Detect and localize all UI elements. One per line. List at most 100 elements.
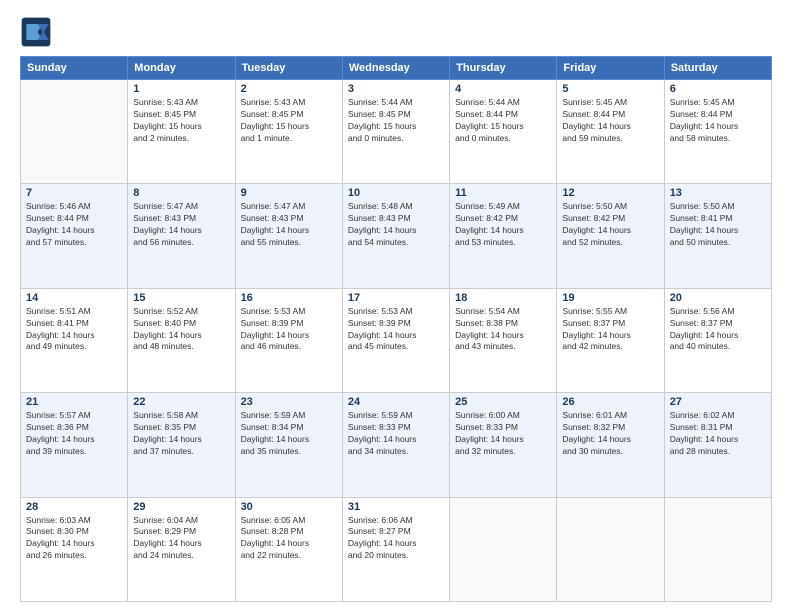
day-info: Sunrise: 5:58 AM Sunset: 8:35 PM Dayligh… xyxy=(133,410,229,458)
day-info: Sunrise: 5:47 AM Sunset: 8:43 PM Dayligh… xyxy=(133,201,229,249)
day-info: Sunrise: 5:53 AM Sunset: 8:39 PM Dayligh… xyxy=(241,306,337,354)
day-number: 31 xyxy=(348,501,444,513)
day-info: Sunrise: 5:57 AM Sunset: 8:36 PM Dayligh… xyxy=(26,410,122,458)
calendar-day-cell: 12Sunrise: 5:50 AM Sunset: 8:42 PM Dayli… xyxy=(557,184,664,288)
calendar-day-cell xyxy=(21,80,128,184)
day-number: 27 xyxy=(670,396,766,408)
calendar-day-cell xyxy=(450,497,557,601)
calendar-day-cell: 2Sunrise: 5:43 AM Sunset: 8:45 PM Daylig… xyxy=(235,80,342,184)
day-number: 3 xyxy=(348,83,444,95)
calendar-header-cell: Wednesday xyxy=(342,57,449,80)
day-number: 18 xyxy=(455,292,551,304)
calendar-day-cell: 7 Sunrise: 5:46 AM Sunset: 8:44 PM Daylig… xyxy=(21,184,128,288)
calendar-day-cell: 27 Sunrise: 6:02 AM Sunset: 8:31 PM Dayli… xyxy=(664,393,771,497)
day-info: Sunrise: 6:02 AM Sunset: 8:31 PM Dayligh… xyxy=(670,410,766,458)
calendar-header-row: SundayMondayTuesdayWednesdayThursdayFrid… xyxy=(21,57,772,80)
day-info: Sunrise: 5:45 AM Sunset: 8:44 PM Dayligh… xyxy=(670,97,766,145)
calendar-day-cell: 13 Sunrise: 5:50 AM Sunset: 8:41 PM Dayli… xyxy=(664,184,771,288)
calendar-header-cell: Saturday xyxy=(664,57,771,80)
calendar-day-cell: 21 Sunrise: 5:57 AM Sunset: 8:36 PM Dayli… xyxy=(21,393,128,497)
day-number: 28 xyxy=(26,501,122,513)
calendar-day-cell: 8 Sunrise: 5:47 AM Sunset: 8:43 PM Daylig… xyxy=(128,184,235,288)
calendar-week-row: 21 Sunrise: 5:57 AM Sunset: 8:36 PM Dayli… xyxy=(21,393,772,497)
day-info: Sunrise: 5:59 AM Sunset: 8:33 PM Dayligh… xyxy=(348,410,444,458)
day-number: 2 xyxy=(241,83,337,95)
calendar-header-cell: Sunday xyxy=(21,57,128,80)
day-number: 12 xyxy=(562,187,658,199)
calendar-header-cell: Monday xyxy=(128,57,235,80)
calendar-day-cell: 26Sunrise: 6:01 AM Sunset: 8:32 PM Dayli… xyxy=(557,393,664,497)
day-info: Sunrise: 5:43 AM Sunset: 8:45 PM Dayligh… xyxy=(133,97,229,145)
day-number: 6 xyxy=(670,83,766,95)
calendar-week-row: 7 Sunrise: 5:46 AM Sunset: 8:44 PM Daylig… xyxy=(21,184,772,288)
day-info: Sunrise: 5:48 AM Sunset: 8:43 PM Dayligh… xyxy=(348,201,444,249)
calendar-day-cell: 5Sunrise: 5:45 AM Sunset: 8:44 PM Daylig… xyxy=(557,80,664,184)
day-number: 14 xyxy=(26,292,122,304)
day-info: Sunrise: 6:00 AM Sunset: 8:33 PM Dayligh… xyxy=(455,410,551,458)
day-number: 25 xyxy=(455,396,551,408)
header xyxy=(20,16,772,48)
calendar-header-cell: Tuesday xyxy=(235,57,342,80)
calendar-day-cell: 28Sunrise: 6:03 AM Sunset: 8:30 PM Dayli… xyxy=(21,497,128,601)
day-number: 11 xyxy=(455,187,551,199)
calendar-day-cell: 15Sunrise: 5:52 AM Sunset: 8:40 PM Dayli… xyxy=(128,288,235,392)
calendar-day-cell: 30Sunrise: 6:05 AM Sunset: 8:28 PM Dayli… xyxy=(235,497,342,601)
day-info: Sunrise: 6:06 AM Sunset: 8:27 PM Dayligh… xyxy=(348,515,444,563)
day-number: 26 xyxy=(562,396,658,408)
day-info: Sunrise: 5:44 AM Sunset: 8:45 PM Dayligh… xyxy=(348,97,444,145)
day-info: Sunrise: 5:49 AM Sunset: 8:42 PM Dayligh… xyxy=(455,201,551,249)
calendar-table: SundayMondayTuesdayWednesdayThursdayFrid… xyxy=(20,56,772,602)
day-number: 29 xyxy=(133,501,229,513)
day-number: 23 xyxy=(241,396,337,408)
day-number: 9 xyxy=(241,187,337,199)
logo-icon xyxy=(20,16,52,48)
day-number: 5 xyxy=(562,83,658,95)
calendar-day-cell: 20 Sunrise: 5:56 AM Sunset: 8:37 PM Dayli… xyxy=(664,288,771,392)
calendar-day-cell: 4 Sunrise: 5:44 AM Sunset: 8:44 PM Daylig… xyxy=(450,80,557,184)
calendar-day-cell: 6 Sunrise: 5:45 AM Sunset: 8:44 PM Daylig… xyxy=(664,80,771,184)
day-number: 24 xyxy=(348,396,444,408)
day-info: Sunrise: 5:52 AM Sunset: 8:40 PM Dayligh… xyxy=(133,306,229,354)
calendar-header-cell: Friday xyxy=(557,57,664,80)
calendar-header-cell: Thursday xyxy=(450,57,557,80)
day-info: Sunrise: 5:46 AM Sunset: 8:44 PM Dayligh… xyxy=(26,201,122,249)
day-info: Sunrise: 5:56 AM Sunset: 8:37 PM Dayligh… xyxy=(670,306,766,354)
day-info: Sunrise: 6:05 AM Sunset: 8:28 PM Dayligh… xyxy=(241,515,337,563)
calendar-day-cell: 18 Sunrise: 5:54 AM Sunset: 8:38 PM Dayli… xyxy=(450,288,557,392)
day-number: 22 xyxy=(133,396,229,408)
day-number: 7 xyxy=(26,187,122,199)
calendar-day-cell: 14 Sunrise: 5:51 AM Sunset: 8:41 PM Dayli… xyxy=(21,288,128,392)
calendar-body: 1Sunrise: 5:43 AM Sunset: 8:45 PM Daylig… xyxy=(21,80,772,602)
day-number: 19 xyxy=(562,292,658,304)
day-info: Sunrise: 5:51 AM Sunset: 8:41 PM Dayligh… xyxy=(26,306,122,354)
page: SundayMondayTuesdayWednesdayThursdayFrid… xyxy=(0,0,792,612)
day-number: 21 xyxy=(26,396,122,408)
calendar-week-row: 14 Sunrise: 5:51 AM Sunset: 8:41 PM Dayli… xyxy=(21,288,772,392)
calendar-day-cell: 11 Sunrise: 5:49 AM Sunset: 8:42 PM Dayli… xyxy=(450,184,557,288)
day-info: Sunrise: 5:53 AM Sunset: 8:39 PM Dayligh… xyxy=(348,306,444,354)
day-info: Sunrise: 5:59 AM Sunset: 8:34 PM Dayligh… xyxy=(241,410,337,458)
calendar-day-cell: 23 Sunrise: 5:59 AM Sunset: 8:34 PM Dayli… xyxy=(235,393,342,497)
logo xyxy=(20,16,56,48)
day-number: 17 xyxy=(348,292,444,304)
day-number: 10 xyxy=(348,187,444,199)
day-info: Sunrise: 5:50 AM Sunset: 8:41 PM Dayligh… xyxy=(670,201,766,249)
calendar-day-cell xyxy=(557,497,664,601)
day-info: Sunrise: 5:54 AM Sunset: 8:38 PM Dayligh… xyxy=(455,306,551,354)
calendar-day-cell: 22 Sunrise: 5:58 AM Sunset: 8:35 PM Dayli… xyxy=(128,393,235,497)
day-number: 20 xyxy=(670,292,766,304)
calendar-day-cell: 1Sunrise: 5:43 AM Sunset: 8:45 PM Daylig… xyxy=(128,80,235,184)
day-info: Sunrise: 6:04 AM Sunset: 8:29 PM Dayligh… xyxy=(133,515,229,563)
day-number: 13 xyxy=(670,187,766,199)
calendar-week-row: 28Sunrise: 6:03 AM Sunset: 8:30 PM Dayli… xyxy=(21,497,772,601)
calendar-day-cell: 24 Sunrise: 5:59 AM Sunset: 8:33 PM Dayli… xyxy=(342,393,449,497)
calendar-day-cell: 9Sunrise: 5:47 AM Sunset: 8:43 PM Daylig… xyxy=(235,184,342,288)
day-info: Sunrise: 5:44 AM Sunset: 8:44 PM Dayligh… xyxy=(455,97,551,145)
calendar-day-cell: 17 Sunrise: 5:53 AM Sunset: 8:39 PM Dayli… xyxy=(342,288,449,392)
calendar-day-cell: 29 Sunrise: 6:04 AM Sunset: 8:29 PM Dayli… xyxy=(128,497,235,601)
calendar-day-cell: 10 Sunrise: 5:48 AM Sunset: 8:43 PM Dayli… xyxy=(342,184,449,288)
day-number: 4 xyxy=(455,83,551,95)
calendar-day-cell: 19Sunrise: 5:55 AM Sunset: 8:37 PM Dayli… xyxy=(557,288,664,392)
calendar-day-cell: 16Sunrise: 5:53 AM Sunset: 8:39 PM Dayli… xyxy=(235,288,342,392)
day-number: 8 xyxy=(133,187,229,199)
